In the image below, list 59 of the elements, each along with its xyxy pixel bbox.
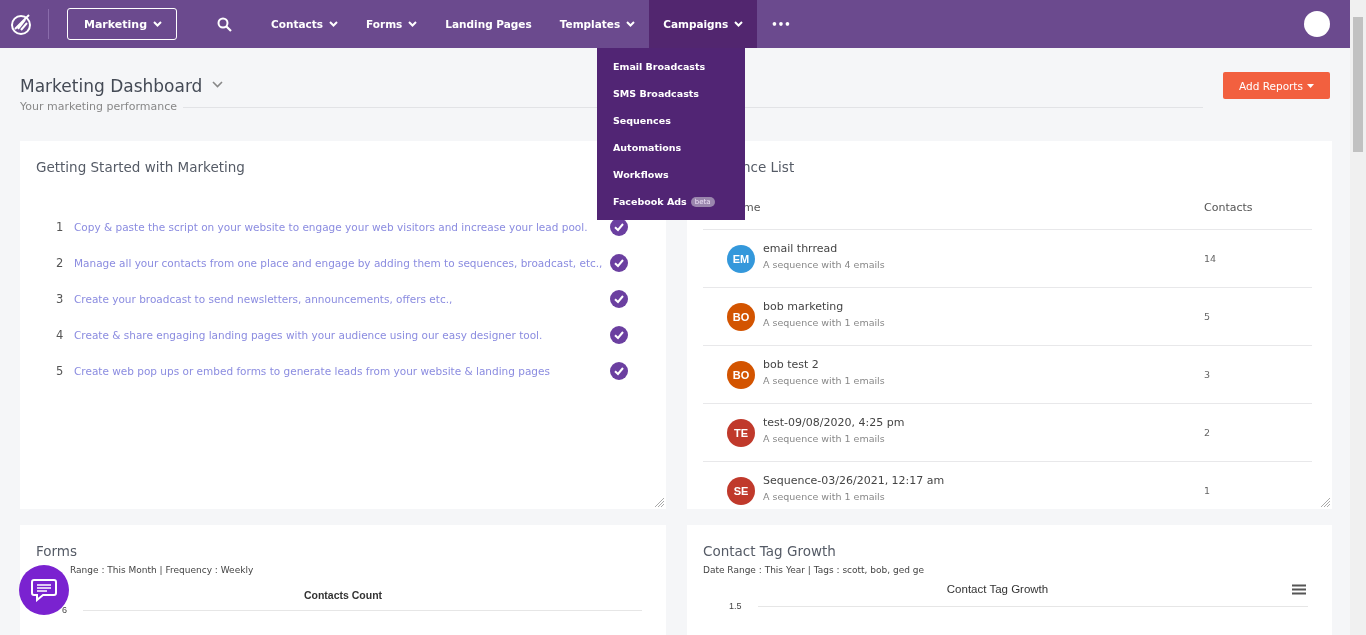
caret-icon <box>1306 83 1314 88</box>
avatar: BO <box>727 302 755 331</box>
dropdown-item[interactable]: SMS Broadcasts <box>597 80 745 107</box>
dropdown-item[interactable]: Automations <box>597 134 745 161</box>
step-number: 1 <box>56 220 65 234</box>
step-number: 3 <box>56 292 65 306</box>
contacts-count: 1 <box>1204 485 1212 496</box>
sequence-name[interactable]: email thrread <box>763 241 1204 255</box>
nav-menu-item[interactable]: Forms <box>352 0 432 48</box>
page-subtitle: Your marketing performance <box>20 100 177 113</box>
workspace-select[interactable]: Marketing <box>67 8 177 40</box>
card-title: Contact Tag Growth <box>703 543 837 559</box>
nav-menu-item[interactable]: Landing Pages <box>431 0 546 48</box>
axis-tick-label: 6 <box>62 605 67 615</box>
scrollbar[interactable] <box>1350 0 1366 635</box>
chat-icon <box>31 578 57 602</box>
avatar: BO <box>727 360 755 389</box>
resize-handle-icon[interactable] <box>1320 497 1330 507</box>
step-number: 5 <box>56 364 65 378</box>
avatar: SE <box>727 476 755 505</box>
step-number: 2 <box>56 256 65 270</box>
sequence-description: A sequence with 1 emails <box>763 490 886 502</box>
sequence-description: A sequence with 1 emails <box>763 374 886 386</box>
more-menu-button[interactable]: ••• <box>757 0 805 48</box>
nav-menu-item[interactable]: Templates <box>545 0 650 48</box>
resize-handle-icon[interactable] <box>654 497 664 507</box>
dropdown-item[interactable]: Email Broadcasts <box>597 53 745 80</box>
sequence-description: A sequence with 1 emails <box>763 432 886 444</box>
sequence-name[interactable]: Sequence-03/26/2021, 12:17 am <box>763 473 1204 487</box>
sequence-name[interactable]: bob test 2 <box>763 357 1204 371</box>
sequence-description: A sequence with 1 emails <box>763 316 886 328</box>
chart-title: Contact Tag Growth <box>945 583 1050 595</box>
sequence-description: A sequence with 4 emails <box>763 258 886 270</box>
caret-icon <box>153 21 162 27</box>
nav-menu-item[interactable]: Campaigns <box>649 0 758 48</box>
column-header: Contacts <box>1204 201 1254 216</box>
avatar: TE <box>727 418 755 447</box>
card-title: Forms <box>36 543 79 559</box>
axis-tick-label: 1.5 <box>729 601 742 611</box>
contacts-count: 2 <box>1204 427 1212 438</box>
contacts-count: 14 <box>1204 253 1218 264</box>
page-title: Marketing Dashboard <box>20 76 203 96</box>
step-number: 4 <box>56 328 65 342</box>
nav-menu-item[interactable]: Contacts <box>257 0 352 48</box>
sequence-name[interactable]: test-09/08/2020, 4:25 pm <box>763 415 1204 429</box>
contacts-count: 5 <box>1204 311 1212 322</box>
chart-title: Contacts Count <box>302 589 384 601</box>
filter-summary: Range : This Month | Frequency : Weekly <box>69 565 255 575</box>
logo-icon[interactable] <box>10 12 34 36</box>
dropdown-item[interactable]: Workflows <box>597 161 745 188</box>
filter-summary: Date Range : This Year | Tags : scott, bob, ged ge <box>703 565 926 575</box>
menu-icon[interactable] <box>1292 583 1306 595</box>
search-icon[interactable] <box>217 16 232 32</box>
chevron-down-icon[interactable] <box>212 80 224 88</box>
dropdown-item[interactable]: Sequences <box>597 107 745 134</box>
contacts-count: 3 <box>1204 369 1212 380</box>
avatar: EM <box>727 244 755 273</box>
user-avatar[interactable] <box>1304 11 1330 37</box>
sequence-name[interactable]: bob marketing <box>763 299 1204 313</box>
